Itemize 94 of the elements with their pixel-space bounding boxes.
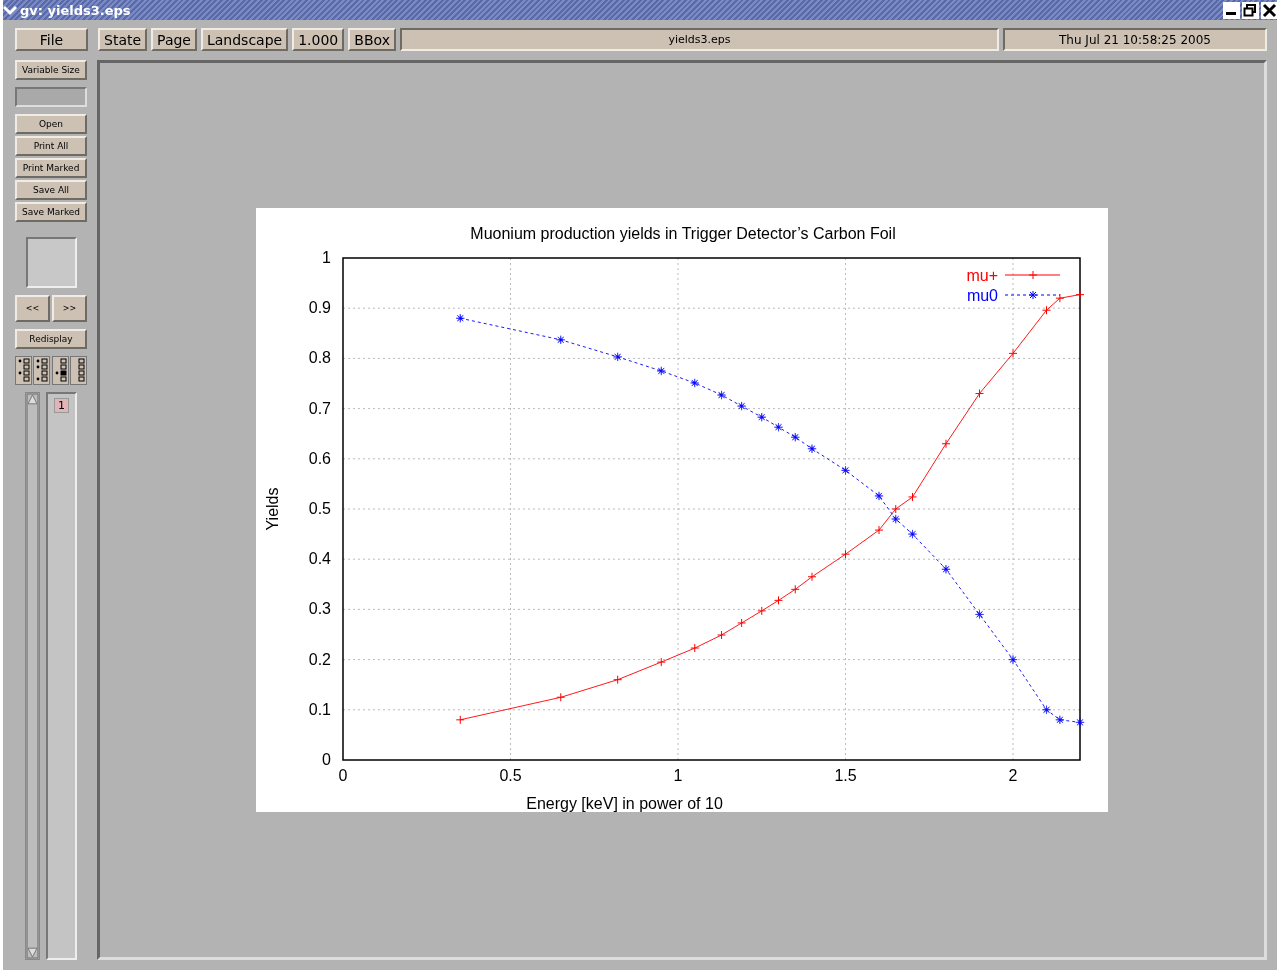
sidebar-button[interactable]: Print All (15, 136, 87, 156)
x-tick-label: 1.5 (834, 767, 857, 784)
maximize-icon[interactable] (1242, 1, 1259, 19)
minimize-icon[interactable] (1223, 1, 1240, 19)
legend-sample (1004, 270, 1061, 280)
x-tick-label: 2 (1008, 767, 1018, 784)
redisplay-button[interactable]: Redisplay (15, 329, 87, 349)
data-point (1075, 717, 1085, 727)
data-point (1008, 655, 1018, 665)
filename-label: yields3.eps (399, 28, 999, 51)
x-tick-label: 0 (338, 767, 348, 784)
size-button[interactable]: Variable Size (15, 60, 87, 80)
y-tick-label: 0.2 (308, 650, 331, 668)
data-point (757, 412, 767, 422)
data-point (874, 491, 884, 501)
sidebar-button[interactable]: Save All (15, 180, 87, 200)
file-menu-button[interactable]: File (15, 28, 88, 51)
data-point (941, 564, 951, 574)
toolbar-button[interactable]: BBox (348, 28, 396, 51)
y-tick-label: 0 (322, 751, 331, 768)
data-point (774, 595, 783, 605)
data-point (556, 335, 566, 345)
toolbar-button[interactable]: State (98, 28, 148, 51)
data-point (874, 525, 884, 535)
status-field (15, 87, 87, 107)
data-point (1055, 715, 1065, 725)
legend-label: mu0 (966, 287, 998, 304)
y-tick-label: 0.5 (308, 500, 331, 517)
page-mark-icon[interactable] (51, 356, 69, 385)
data-point (908, 529, 917, 539)
next-page-button[interactable]: >> (52, 295, 87, 322)
data-point (841, 549, 850, 559)
data-point (790, 584, 800, 594)
sidebar-button[interactable]: Open (15, 114, 87, 134)
data-point (975, 609, 984, 619)
toolbar-button[interactable]: Landscape (200, 28, 289, 51)
y-tick-label: 0.8 (308, 349, 331, 367)
data-point (613, 352, 623, 362)
y-tick-label: 1 (322, 249, 331, 266)
y-tick-label: 0.4 (308, 550, 331, 568)
page-number[interactable]: 1 (54, 398, 69, 413)
chart-title: Muonium production yields in Trigger Detector’s Carbon Foil (470, 225, 896, 242)
data-point (1075, 290, 1085, 300)
page-mark-icon[interactable] (33, 356, 51, 385)
y-tick-label: 0.1 (308, 700, 331, 718)
window-title: gv: yields3.eps (20, 2, 131, 18)
data-point (556, 692, 566, 702)
scrollbar[interactable] (25, 392, 40, 960)
data-point (891, 504, 901, 514)
y-tick-label: 0.7 (308, 399, 331, 417)
data-point (656, 366, 666, 376)
data-point (891, 514, 901, 524)
data-point (1042, 705, 1051, 715)
date-label: Thu Jul 21 10:58:25 2005 (1003, 28, 1267, 51)
data-point (757, 606, 767, 616)
data-point (737, 618, 747, 628)
panner[interactable] (25, 237, 77, 288)
data-point (1055, 293, 1065, 303)
data-point (690, 378, 700, 388)
data-point (1008, 348, 1018, 358)
legend-sample (1004, 290, 1061, 300)
page-mark-icon[interactable] (15, 356, 32, 385)
y-axis-label: Yields (264, 487, 281, 531)
data-point (807, 572, 817, 582)
data-point (717, 390, 726, 400)
data-point (717, 630, 727, 640)
previous-page-button[interactable]: << (15, 295, 50, 322)
data-point (807, 444, 817, 454)
data-point (1042, 305, 1051, 315)
data-point (455, 313, 465, 323)
y-tick-label: 0.9 (308, 299, 331, 317)
legend-label: mu+ (966, 267, 998, 284)
x-tick-label: 1 (673, 767, 683, 784)
toolbar-button[interactable]: Page (151, 28, 197, 51)
data-point (737, 401, 747, 411)
page-mark-icon[interactable] (70, 356, 87, 385)
sidebar-button[interactable]: Save Marked (15, 202, 87, 222)
data-point (455, 715, 465, 725)
data-point (656, 657, 666, 667)
toolbar-button[interactable]: 1.000 (292, 28, 345, 51)
y-tick-label: 0.3 (308, 600, 331, 618)
data-point (975, 389, 984, 399)
sidebar-button[interactable]: Print Marked (15, 158, 87, 178)
data-point (613, 675, 623, 685)
y-tick-label: 0.6 (308, 449, 331, 467)
data-point (941, 439, 951, 449)
close-icon[interactable] (1261, 1, 1277, 19)
data-point (690, 643, 700, 653)
x-tick-label: 0.5 (499, 767, 522, 784)
data-point (841, 465, 850, 475)
data-point (790, 432, 800, 442)
data-point (774, 422, 783, 432)
x-axis-label: Energy [keV] in power of 10 (526, 795, 723, 812)
data-point (908, 492, 917, 502)
